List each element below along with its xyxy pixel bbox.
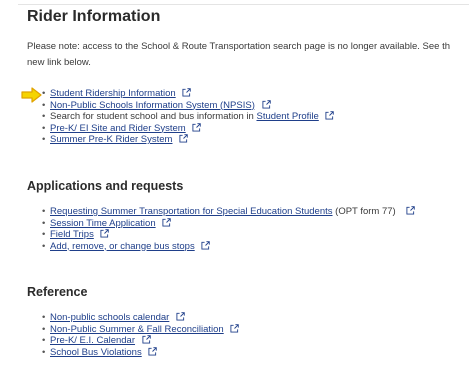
- external-link-icon[interactable]: [406, 206, 416, 215]
- bullet: •: [42, 122, 46, 134]
- bullet: •: [42, 229, 46, 240]
- bullet: •: [42, 312, 46, 323]
- link-session-time[interactable]: Session Time Application: [50, 218, 156, 229]
- bullet: •: [42, 206, 46, 217]
- link-student-profile[interactable]: Student Profile: [256, 111, 318, 122]
- list-item: • Search for student school and bus info…: [42, 111, 335, 123]
- notice-text: Please note: access to the School & Rout…: [27, 39, 467, 71]
- list-item: • Non-Public Summer & Fall Reconciliatio…: [42, 323, 240, 336]
- external-link-icon[interactable]: [176, 312, 185, 321]
- link-field-trips[interactable]: Field Trips: [50, 229, 94, 240]
- list-item: • Add, remove, or change bus stops: [42, 241, 415, 253]
- list-item: • Field Trips: [42, 229, 415, 241]
- link-summer-fall-reconciliation[interactable]: Non-Public Summer & Fall Reconciliation: [50, 324, 224, 335]
- external-link-icon[interactable]: [162, 217, 171, 227]
- notice-line-1: Please note: access to the School & Rout…: [27, 41, 451, 52]
- bullet: •: [42, 99, 46, 111]
- bullet: •: [42, 346, 46, 358]
- link-npsis[interactable]: Non-Public Schools Information System (N…: [50, 100, 255, 111]
- link-summer-prek[interactable]: Summer Pre-K Rider System: [50, 134, 172, 145]
- student-profile-prefix: Search for student school and bus inform…: [50, 111, 257, 122]
- link-summer-transportation[interactable]: Requesting Summer Transportation for Spe…: [50, 206, 333, 217]
- external-link-icon[interactable]: [142, 335, 151, 344]
- link-prek-ei-site[interactable]: Pre-K/ EI Site and Rider System: [50, 123, 186, 134]
- applications-heading: Applications and requests: [27, 179, 184, 193]
- external-link-icon[interactable]: [179, 134, 188, 143]
- link-student-ridership[interactable]: Student Ridership Information: [50, 88, 176, 99]
- bullet: •: [42, 134, 46, 145]
- external-link-icon[interactable]: [182, 88, 192, 97]
- external-link-icon[interactable]: [192, 122, 202, 132]
- reference-list: • Non-public schools calendar • Non-Publ…: [42, 312, 240, 359]
- notice-line-2: new link below.: [27, 57, 91, 68]
- list-item: • Non-public schools calendar: [42, 312, 239, 324]
- external-link-icon[interactable]: [230, 323, 240, 333]
- link-nonpublic-calendar[interactable]: Non-public schools calendar: [50, 312, 169, 323]
- bullet: •: [42, 111, 46, 122]
- reference-heading: Reference: [27, 285, 88, 299]
- external-link-icon[interactable]: [148, 346, 158, 356]
- list-item: • Pre-K/ E.I. Calendar: [42, 335, 239, 347]
- applications-list: • Requesting Summer Transportation for S…: [42, 206, 416, 253]
- external-link-icon[interactable]: [201, 240, 211, 250]
- list-item: • Student Ridership Information: [42, 88, 334, 100]
- link-prek-ei-calendar[interactable]: Pre-K/ E.I. Calendar: [50, 335, 135, 346]
- external-link-icon[interactable]: [325, 111, 335, 120]
- right-arrow-icon: [21, 87, 42, 103]
- list-item: • Summer Pre-K Rider System: [42, 134, 334, 146]
- list-item: • School Bus Violations: [42, 347, 239, 359]
- top-divider: [18, 4, 469, 5]
- link-school-bus-violations[interactable]: School Bus Violations: [50, 347, 142, 358]
- opt-form-suffix: (OPT form 77): [332, 206, 396, 217]
- bullet: •: [42, 217, 46, 229]
- bullet: •: [42, 323, 46, 335]
- list-item: • Session Time Application: [42, 218, 415, 230]
- external-link-icon[interactable]: [100, 229, 110, 238]
- link-bus-stops[interactable]: Add, remove, or change bus stops: [50, 241, 195, 252]
- bullet: •: [42, 240, 46, 252]
- rider-information-page: Rider Information Please note: access to…: [0, 0, 469, 368]
- external-link-icon[interactable]: [261, 99, 271, 109]
- page-title: Rider Information: [27, 8, 161, 25]
- list-item: • Requesting Summer Transportation for S…: [42, 206, 416, 218]
- list-item: • Non-Public Schools Information System …: [42, 100, 334, 112]
- bullet: •: [42, 88, 46, 99]
- rider-links-list: • Student Ridership Information • Non-Pu…: [42, 88, 335, 146]
- list-item: • Pre-K/ EI Site and Rider System: [42, 123, 334, 135]
- bullet: •: [42, 335, 46, 346]
